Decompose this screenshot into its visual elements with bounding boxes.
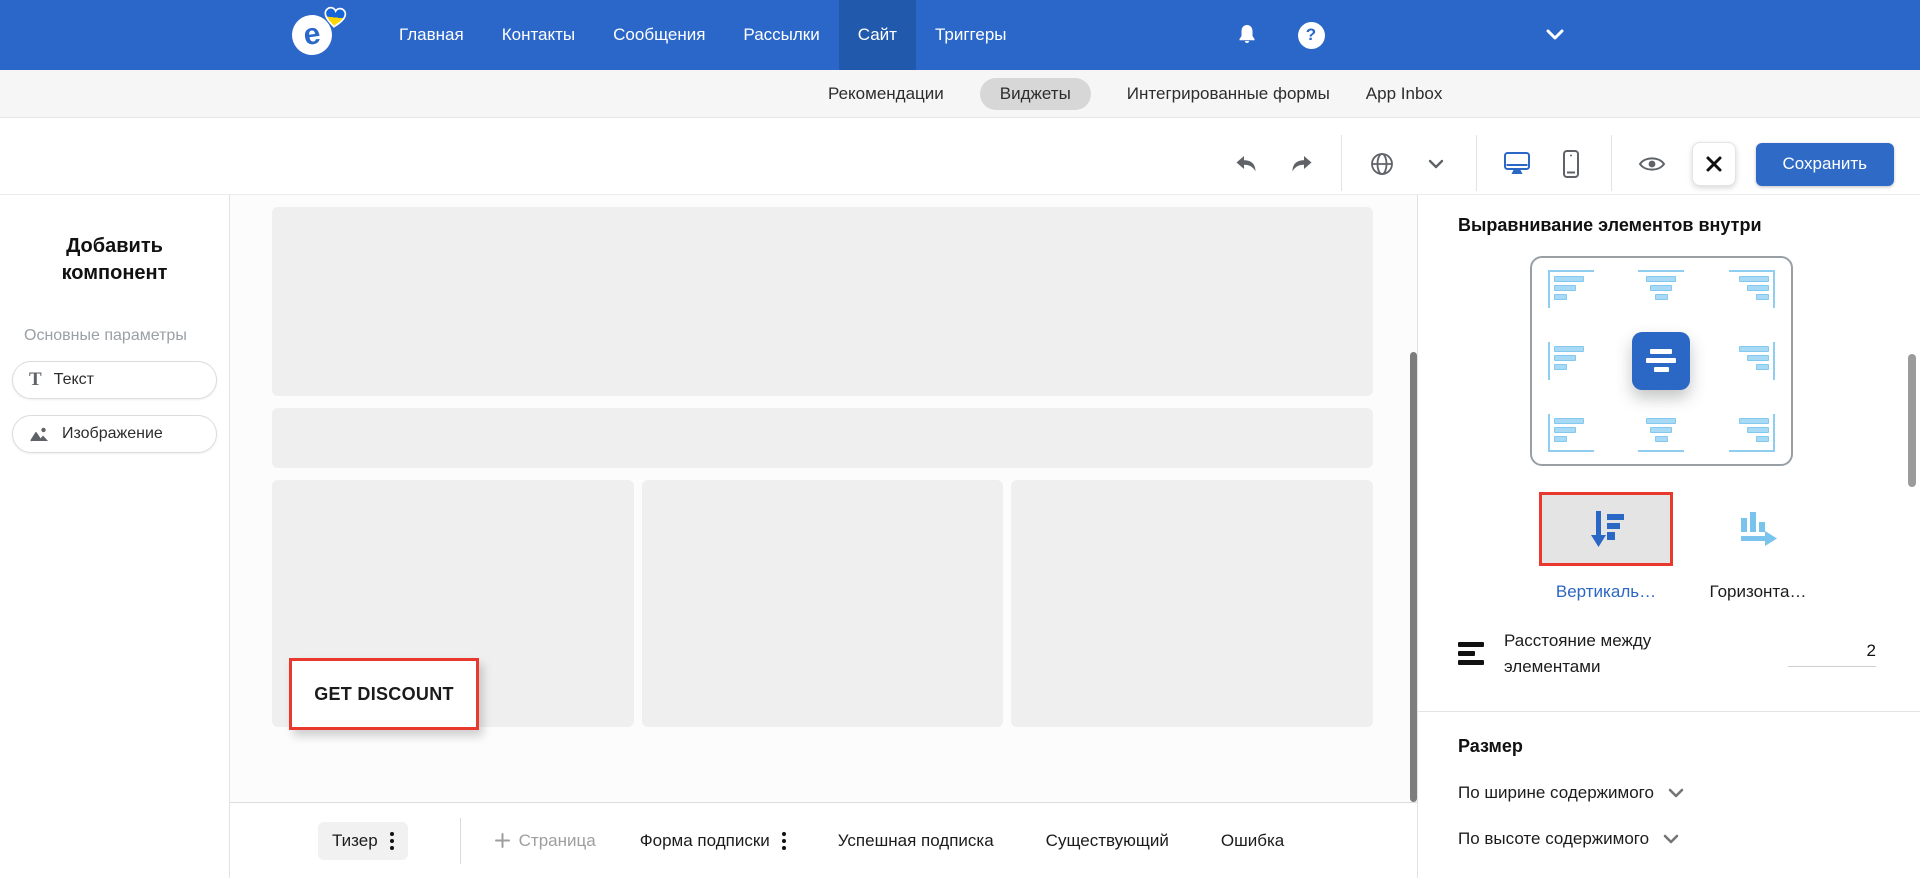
page-tab-existing[interactable]: Существующий [1046,831,1169,851]
placeholder-block-cell[interactable] [1011,480,1374,727]
tab-widgets[interactable]: Виджеты [979,77,1091,110]
panel-divider [1418,711,1920,712]
spacing-icon [1458,642,1484,665]
language-chevron-down-icon[interactable] [1416,144,1456,184]
tab-app-inbox[interactable]: App Inbox [1366,84,1443,104]
sidebar-section-label: Основные параметры [24,327,187,344]
spacing-input[interactable] [1788,640,1876,667]
plus-icon [494,833,510,848]
site-subnav: Рекомендации Виджеты Интегрированные фор… [0,70,1920,118]
tab-recommendations[interactable]: Рекомендации [828,84,944,104]
bottombar-divider [459,817,461,864]
widget-canvas: GET DISCOUNT Тизер Страница Форма подпис… [230,195,1417,878]
page-tab-success[interactable]: Успешная подписка [838,831,994,851]
component-label: Текст [53,371,94,388]
component-label: Изображение [62,425,163,442]
save-button[interactable]: Сохранить [1755,142,1894,186]
undo-icon[interactable] [1227,144,1267,184]
nav-item-triggers[interactable]: Триггеры [916,0,1026,70]
alignment-grid [1530,256,1793,466]
toolbar-divider [1340,135,1342,191]
component-text-button[interactable]: T Текст [12,361,217,399]
component-image-button[interactable]: Изображение [12,415,217,453]
main-menu: Главная Контакты Сообщения Рассылки Сайт… [380,0,1026,70]
nav-item-home[interactable]: Главная [380,0,483,70]
align-top-right-icon[interactable] [1728,270,1775,308]
text-icon: T [29,369,42,390]
height-select-value: По высоте содержимого [1458,829,1650,848]
ukraine-heart-icon [324,6,347,28]
nav-right-icons: ? [1230,18,1902,52]
account-chevron-down-icon[interactable] [1538,18,1572,52]
toolbar-divider [1610,135,1612,191]
vertical-layout-label[interactable]: Вертикаль… [1556,582,1656,602]
help-icon[interactable]: ? [1294,18,1328,52]
vertical-layout-button[interactable] [1539,492,1673,566]
width-select[interactable]: По ширине содержимого [1458,783,1920,803]
settings-panel: Выравнивание элементов внутри Вертикаль…… [1417,195,1920,878]
toolbar-divider [1475,135,1477,191]
page-tab-teaser[interactable]: Тизер [318,821,408,860]
top-nav: e Главная Контакты Сообщения Рассылки Са… [0,0,1920,70]
width-select-value: По ширине содержимого [1458,783,1654,802]
nav-item-site[interactable]: Сайт [838,0,916,70]
nav-item-contacts[interactable]: Контакты [483,0,594,70]
align-top-center-icon[interactable] [1638,270,1685,308]
mobile-icon[interactable] [1551,144,1591,184]
get-discount-button[interactable]: GET DISCOUNT [289,658,479,730]
align-middle-right-icon[interactable] [1729,341,1775,380]
align-bottom-center-icon[interactable] [1638,414,1685,452]
kebab-menu-icon[interactable] [781,831,786,850]
eye-icon[interactable] [1632,144,1672,184]
align-bottom-left-icon[interactable] [1548,414,1594,452]
app-logo[interactable]: e [289,6,347,58]
bell-icon[interactable] [1230,18,1264,52]
chevron-down-icon [1668,788,1684,798]
spacing-label: Расстояние между элементами [1504,631,1652,676]
image-icon [30,427,48,441]
add-page-label: Страница [518,830,596,850]
size-title: Размер [1458,736,1523,756]
desktop-icon[interactable] [1497,144,1537,184]
placeholder-block-strip[interactable] [272,408,1373,468]
page-tab-label: Тизер [332,830,378,850]
nav-item-messages[interactable]: Сообщения [594,0,724,70]
sidebar-title: Добавить компонент [61,235,168,284]
canvas-scrollbar-thumb[interactable] [1410,352,1417,802]
components-sidebar: Добавить компонент Основные параметры T … [0,195,230,878]
align-bottom-right-icon[interactable] [1728,414,1775,452]
page-tab-error[interactable]: Ошибка [1221,831,1284,851]
placeholder-block-large[interactable] [272,207,1373,396]
close-icon[interactable] [1691,142,1736,186]
page-tab-subscription-form[interactable]: Форма подписки [640,831,786,851]
align-middle-left-icon[interactable] [1548,341,1594,380]
horizontal-layout-label[interactable]: Горизонта… [1710,582,1807,602]
layout-direction-buttons: Вертикаль… Горизонта… [1539,492,1920,602]
redo-icon[interactable] [1281,144,1321,184]
widget-preview [272,207,1374,727]
tab-integrated-forms[interactable]: Интегрированные формы [1127,84,1330,104]
horizontal-layout-button[interactable] [1703,492,1813,566]
placeholder-block-cell[interactable] [641,480,1004,727]
add-page-button[interactable]: Страница [494,830,596,851]
horizontal-layout-icon [1741,512,1777,546]
vertical-layout-icon [1591,511,1624,547]
spacing-setting: Расстояние между элементами [1458,628,1876,679]
height-select[interactable]: По высоте содержимого [1458,829,1920,849]
page-tab-label: Форма подписки [639,830,770,850]
editor-toolbar: Сохранить [0,118,1920,195]
alignment-title: Выравнивание элементов внутри [1458,215,1762,235]
panel-scrollbar-thumb[interactable] [1908,354,1916,487]
chevron-down-icon [1663,834,1679,844]
align-center-selected-icon[interactable] [1632,331,1691,390]
nav-item-campaigns[interactable]: Рассылки [724,0,838,70]
align-top-left-icon[interactable] [1548,270,1594,308]
kebab-menu-icon[interactable] [389,831,394,850]
globe-icon[interactable] [1362,144,1402,184]
pages-bottom-bar: Тизер Страница Форма подписки Успешная п… [230,802,1417,878]
